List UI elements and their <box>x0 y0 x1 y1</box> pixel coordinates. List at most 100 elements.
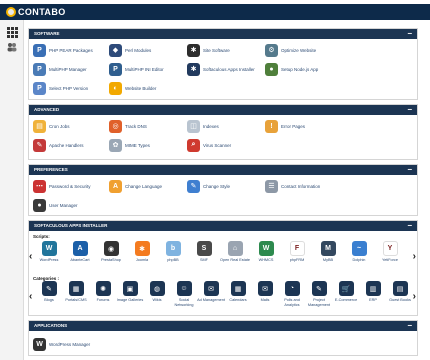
app-blogs[interactable]: ✎ Blogs <box>34 281 64 303</box>
multiphp-ini-editor-icon: P <box>109 62 122 76</box>
item-optimize-website[interactable]: ⚙ Optimize Website <box>265 43 316 57</box>
item-error-pages[interactable]: ! Error Pages <box>265 119 305 133</box>
left-nav <box>0 20 24 360</box>
app-wordpress[interactable]: W WordPress <box>34 241 64 263</box>
collapse-icon[interactable]: − <box>407 105 412 114</box>
app-label: Polls and Analytics <box>284 298 300 307</box>
item-softaculous-apps-installer[interactable]: ✱ Softaculous Apps Installer <box>187 62 255 76</box>
item-user-manager[interactable]: ● User Manager <box>33 198 78 212</box>
abantecart-icon: A <box>72 241 88 256</box>
item-website-builder[interactable]: ◐ Website Builder <box>109 81 156 95</box>
categories-prev-arrow[interactable]: ‹ <box>29 291 32 302</box>
item-change-style[interactable]: ✎ Change Style <box>187 179 230 193</box>
item-mime-types[interactable]: ✿ MIME Types <box>109 138 150 152</box>
app-mails[interactable]: ✉ Mails <box>250 281 280 303</box>
app-ad-management[interactable]: ✉ Ad Management <box>196 281 226 303</box>
applications-panel: APPLICATIONS − W WordPress Manager <box>28 320 418 356</box>
app-whmcs[interactable]: W WHMCS <box>251 241 281 263</box>
forums-icon: ✺ <box>95 281 111 296</box>
scripts-next-arrow[interactable]: › <box>413 251 416 262</box>
social-networking-icon: ☺ <box>176 281 192 296</box>
item-contact-information[interactable]: ☰ Contact Information <box>265 179 320 193</box>
app-label: Wikis <box>152 298 162 302</box>
panel-header[interactable]: ADVANCED − <box>29 105 417 115</box>
item-php-pear-packages[interactable]: P PHP PEAR Packages <box>33 43 93 57</box>
mails-icon: ✉ <box>257 281 273 296</box>
app-image-galleries[interactable]: ▣ Image Galleries <box>115 281 145 303</box>
app-label: Social Networking <box>174 298 194 307</box>
collapse-icon[interactable]: − <box>407 321 412 330</box>
item-perl-modules[interactable]: ◆ Perl Modules <box>109 43 151 57</box>
item-multiphp-ini-editor[interactable]: P MultiPHP INI Editor <box>109 62 164 76</box>
collapse-icon[interactable]: − <box>407 165 412 174</box>
apache-handlers-icon: ✎ <box>33 138 46 152</box>
item-label: WordPress Manager <box>49 341 91 347</box>
app-mybb[interactable]: M MyBB <box>313 241 343 263</box>
item-label: Cron Jobs <box>49 123 70 129</box>
item-cron-jobs[interactable]: ▤ Cron Jobs <box>33 119 70 133</box>
scripts-prev-arrow[interactable]: ‹ <box>29 251 32 262</box>
app-phpfrm[interactable]: FphpFRM <box>282 241 312 263</box>
app-portals-cms[interactable]: ▦ Portals/CMS <box>61 281 91 303</box>
item-indexes[interactable]: ◫ Indexes <box>187 119 219 133</box>
app-open-real-estate[interactable]: ⌂ Open Real Estate <box>220 241 250 263</box>
item-label: Change Style <box>203 183 231 189</box>
app-forums[interactable]: ✺ Forums <box>88 281 118 303</box>
app-prestashop[interactable]: ◉ PrestaShop <box>96 241 126 263</box>
item-label: Contact Information <box>281 183 321 189</box>
app-label: phpBB <box>167 258 179 262</box>
item-virus-scanner[interactable]: ⌕ Virus Scanner <box>187 138 231 152</box>
app-calendars[interactable]: ▦ Calendars <box>223 281 253 303</box>
app-label: Blogs <box>44 298 54 302</box>
collapse-icon[interactable]: − <box>407 221 412 230</box>
softaculous-apps-installer-icon: ✱ <box>187 62 200 76</box>
app-label: Ad Management <box>197 298 225 302</box>
error-pages-icon: ! <box>265 119 278 133</box>
item-select-php-version[interactable]: P Select PHP Version <box>33 81 88 95</box>
panel-header[interactable]: PREFERENCES − <box>29 165 417 175</box>
app-joomla[interactable]: ✱ Joomla <box>127 241 157 263</box>
open-real-estate-icon: ⌂ <box>227 241 243 256</box>
app-label: Portals/CMS <box>65 298 87 302</box>
item-apache-handlers[interactable]: ✎ Apache Handlers <box>33 138 84 152</box>
app-wikis[interactable]: ◍ Wikis <box>142 281 172 303</box>
item-track-dns[interactable]: ◎ Track DNS <box>109 119 147 133</box>
item-wordpress-manager[interactable]: W WordPress Manager <box>33 337 90 351</box>
app-smf[interactable]: S SMF <box>189 241 219 263</box>
grid-icon[interactable] <box>7 27 18 38</box>
app-label: YetiForce <box>382 258 398 262</box>
panel-header[interactable]: APPLICATIONS − <box>29 321 417 331</box>
e-commerce-icon: 🛒 <box>338 281 354 296</box>
mime-types-icon: ✿ <box>109 138 122 152</box>
logo-mark <box>6 7 16 17</box>
app-abantecart[interactable]: A AbanteCart <box>65 241 95 263</box>
app-social-networking[interactable]: ☺ Social Networking <box>169 281 199 307</box>
app-phpbb[interactable]: b phpBB <box>158 241 188 263</box>
item-site-software[interactable]: ✱ Site Software <box>187 43 230 57</box>
item-label: Setup Node.js App <box>281 66 319 72</box>
app-project-management[interactable]: ✎ Project Management <box>304 281 334 307</box>
app-dolphin[interactable]: ~ Dolphin <box>344 241 374 263</box>
logo[interactable]: CONTABO <box>6 6 66 18</box>
password-security-icon: ⋯ <box>33 179 46 193</box>
app-label: PrestaShop <box>101 258 121 262</box>
app-e-commerce[interactable]: 🛒 E-Commerce <box>331 281 361 303</box>
app-label: Image Galleries <box>116 298 144 302</box>
calendars-icon: ▦ <box>230 281 246 296</box>
app-label: MyBB <box>322 258 334 262</box>
panel-header[interactable]: SOFTACULOUS APPS INSTALLER − <box>29 221 417 231</box>
app-polls-and-analytics[interactable]: ◔ Polls and Analytics <box>277 281 307 307</box>
item-password-security[interactable]: ⋯ Password & Security <box>33 179 91 193</box>
item-multiphp-manager[interactable]: P MultiPHP Manager <box>33 62 87 76</box>
dolphin-icon: ~ <box>351 241 367 256</box>
app-guest-books[interactable]: ▤ Guest Books <box>385 281 415 303</box>
user-manager-icon: ● <box>33 198 46 212</box>
panel-title: SOFTWARE <box>34 31 60 36</box>
app-erp[interactable]: ▥ ERP <box>358 281 388 303</box>
collapse-icon[interactable]: − <box>407 29 412 38</box>
item-setup-node-js-app[interactable]: ● Setup Node.js App <box>265 62 318 76</box>
panel-header[interactable]: SOFTWARE − <box>29 29 417 39</box>
users-icon[interactable] <box>7 42 17 52</box>
app-yetiforce[interactable]: Y YetiForce <box>375 241 405 263</box>
item-change-language[interactable]: A Change Language <box>109 179 162 193</box>
